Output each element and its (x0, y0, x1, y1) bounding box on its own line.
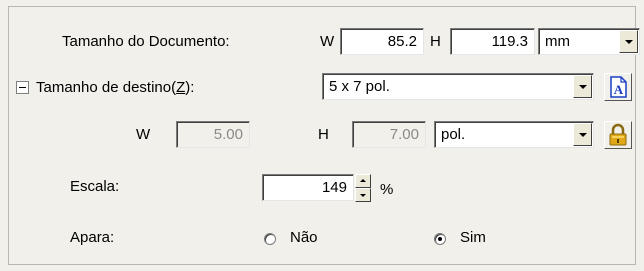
chevron-down-icon (578, 132, 587, 137)
target-size-dropdown-button[interactable] (573, 75, 592, 98)
document-width-field[interactable]: 85.2 (340, 28, 424, 55)
target-unit-dropdown-button[interactable] (573, 123, 592, 146)
target-height-field[interactable]: 7.00 (352, 121, 426, 148)
portrait-document-icon: A (610, 76, 627, 98)
target-size-select[interactable]: 5 x 7 pol. (322, 73, 594, 100)
target-unit-select[interactable]: pol. (434, 121, 594, 148)
scale-label: Escala: (70, 178, 120, 195)
document-size-label: Tamanho do Documento: (62, 33, 230, 50)
scale-increment-button[interactable] (355, 174, 371, 188)
target-size-label-key: Z (176, 79, 186, 96)
chevron-down-icon (578, 84, 587, 89)
lock-icon (609, 123, 627, 146)
trim-label: Apara: (70, 229, 115, 246)
document-unit-dropdown-button[interactable] (619, 30, 638, 53)
arrow-down-icon (360, 194, 366, 197)
document-height-label: H (430, 33, 441, 50)
trim-no-radio[interactable] (264, 233, 276, 245)
target-width-field[interactable]: 5.00 (176, 121, 250, 148)
target-width-label: W (136, 126, 151, 143)
lock-button[interactable] (604, 121, 632, 149)
chevron-down-icon (624, 39, 633, 44)
document-unit-select[interactable]: mm (538, 28, 640, 55)
target-size-label-suffix: ): (185, 79, 195, 96)
scale-unit-label: % (380, 181, 394, 198)
target-size-label: Tamanho de destino(Z): (36, 79, 194, 97)
trim-yes-label[interactable]: Sim (460, 229, 486, 247)
arrow-up-icon (360, 179, 366, 182)
document-height-field[interactable]: 119.3 (450, 28, 535, 55)
target-size-label-prefix: Tamanho de destino( (36, 79, 177, 96)
trim-yes-radio[interactable] (434, 233, 446, 245)
svg-text:A: A (614, 82, 624, 97)
scale-decrement-button[interactable] (355, 188, 371, 202)
target-height-label: H (318, 126, 329, 143)
target-size-value: 5 x 7 pol. (329, 78, 390, 95)
document-width-label: W (320, 33, 335, 50)
document-unit-value: mm (545, 33, 570, 50)
scale-spinner[interactable] (355, 174, 371, 202)
scale-field[interactable]: 149 (262, 174, 354, 201)
target-unit-value: pol. (441, 126, 466, 143)
trim-no-label[interactable]: Não (290, 229, 318, 247)
orientation-button[interactable]: A (604, 73, 632, 101)
collapse-toggle[interactable] (16, 81, 29, 94)
